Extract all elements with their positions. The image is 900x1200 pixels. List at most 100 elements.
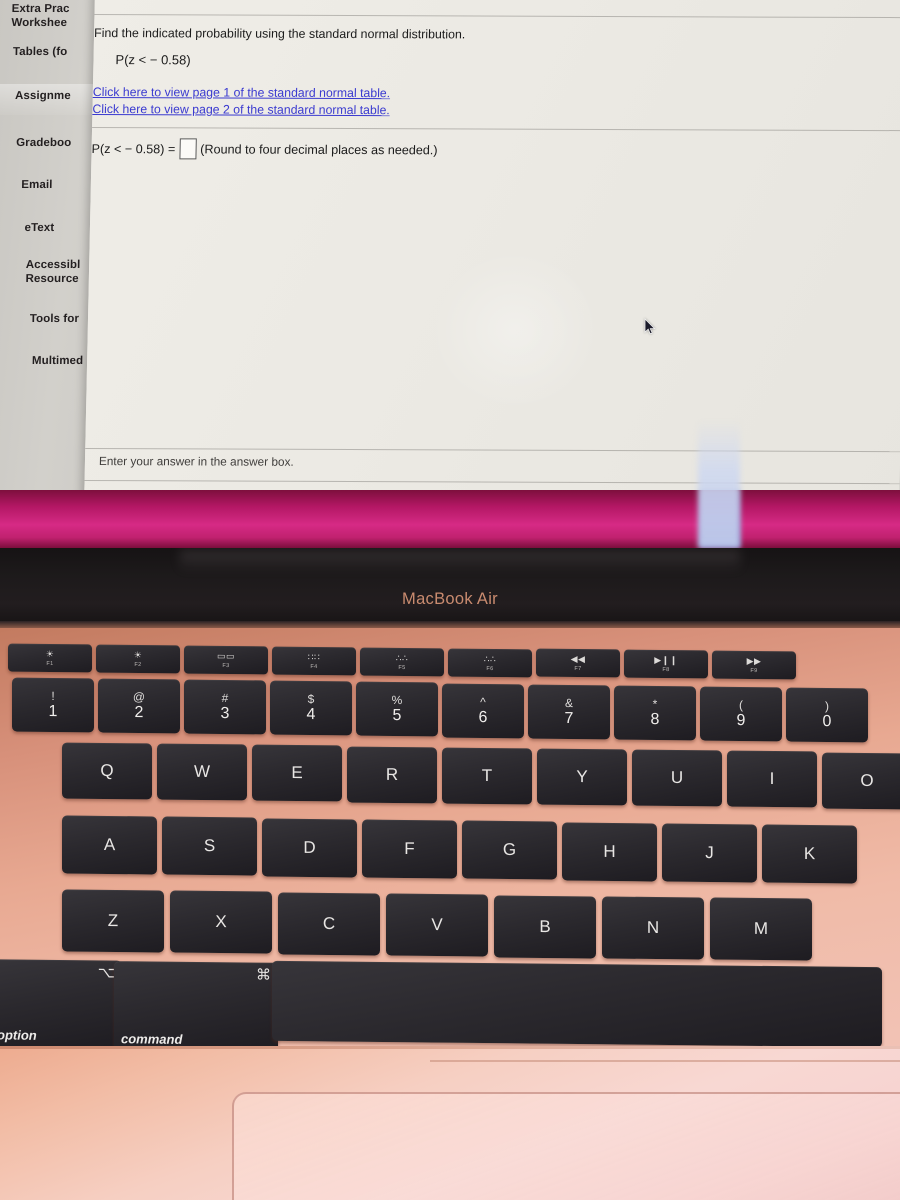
key-label: 1 [48,702,58,721]
launchpad-icon: ∷∷ [307,651,321,662]
key-label: 6 [478,708,488,726]
key-label: 8 [650,710,660,728]
key-K[interactable]: K [762,824,857,884]
key-R[interactable]: R [347,746,437,804]
question-prompt: Find the indicated probability using the… [93,25,466,42]
option-symbol-icon: ⌥ [97,964,115,982]
trackpad[interactable] [232,1092,900,1200]
fast-forward-icon: ▶▶ [746,655,762,666]
key-space[interactable] [272,960,882,1048]
key-W[interactable]: W [157,743,247,801]
key-N[interactable]: N [602,896,704,960]
key-O[interactable]: O [822,752,900,810]
key-brightness-up[interactable]: ☀ F2 [96,644,180,674]
key-2[interactable]: @2 [98,678,180,734]
key-S[interactable]: S [162,816,257,876]
answer-rounding-note: (Round to four decimal places as needed.… [200,141,438,157]
key-I[interactable]: I [727,750,817,808]
key-9[interactable]: (9 [700,686,782,742]
key-command[interactable]: ⌘ command [114,961,278,1053]
key-3[interactable]: #3 [184,679,266,735]
wallpaper-glare [700,490,740,548]
key-label: E [291,763,303,783]
key-label: A [103,834,116,855]
key-shift-label: & [564,695,573,710]
key-label: option [0,1027,37,1043]
key-7[interactable]: & 7 [528,684,610,740]
key-shift-label: $ [307,692,315,707]
key-rewind[interactable]: ◀◀ F7 [536,648,620,678]
probability-expression: P(z < − 0.58) [115,52,191,68]
key-label: 3 [220,705,230,723]
fkey-label: F3 [222,662,230,669]
key-label: T [481,765,493,785]
standard-normal-table-page2-link[interactable]: Click here to view page 2 of the standar… [92,102,390,117]
standard-normal-table-page1-link[interactable]: Click here to view page 1 of the standar… [93,85,391,100]
key-B[interactable]: B [494,895,596,959]
key-1[interactable]: ! 1 [12,677,94,733]
question-dialog: Find the indicated probability using the… [83,0,900,529]
key-M[interactable]: M [710,897,812,961]
key-G[interactable]: G [462,820,557,880]
fkey-label: F9 [750,667,758,674]
key-label: X [215,912,227,932]
key-shift-label: ) [825,698,829,713]
key-launchpad[interactable]: ∷∷ F4 [272,646,356,676]
key-6[interactable]: ^ 6 [442,683,524,738]
key-keyboard-brightness-up[interactable]: ∴∴ F6 [448,648,532,677]
fkey-label: F2 [134,661,142,668]
lid-edge-line [430,1060,900,1062]
key-play-pause[interactable]: ▶❙❙ F8 [624,649,708,679]
fkey-label: F6 [486,664,494,672]
key-fast-forward[interactable]: ▶▶ F9 [712,650,796,680]
key-Z[interactable]: Z [62,889,164,953]
fkey-label: F8 [662,666,670,673]
key-label: S [203,836,216,856]
key-label: F [404,838,415,858]
key-F[interactable]: F [362,819,457,879]
key-Q[interactable]: Q [62,742,152,800]
key-label: 5 [392,707,402,725]
fkey-label: F7 [574,665,582,672]
key-D[interactable]: D [262,818,357,878]
key-label: V [431,915,443,935]
key-8[interactable]: * 8 [614,685,696,741]
key-shift-label: % [391,693,403,708]
key-X[interactable]: X [170,890,272,954]
command-symbol-icon: ⌘ [256,966,271,984]
key-shift-label: * [652,696,658,711]
key-4[interactable]: $4 [270,680,352,736]
dialog-top-divider [94,13,900,19]
deck-seam [0,1046,900,1049]
key-E[interactable]: E [252,744,342,802]
bezel-sheen [180,550,740,572]
key-option[interactable]: ⌥ option [0,959,122,1049]
key-shift-label: ! [51,688,55,704]
key-mission-control[interactable]: ▭▭ F3 [184,645,268,675]
brightness-up-icon: ☀ [133,649,143,660]
key-V[interactable]: V [386,893,488,957]
key-T[interactable]: T [442,747,532,805]
key-label: U [670,768,684,788]
keyboard-brightness-up-icon: ∴∴ [483,652,497,664]
key-A[interactable]: A [62,815,157,875]
key-C[interactable]: C [278,892,380,956]
key-shift-label: @ [132,690,146,705]
key-shift-label: # [221,691,229,706]
answer-input[interactable] [179,138,197,160]
key-U[interactable]: U [632,749,722,807]
bezel-bottom-edge [0,621,900,628]
key-5[interactable]: % 5 [356,681,438,737]
key-Y[interactable]: Y [537,748,627,806]
key-0[interactable]: ) 0 [786,687,868,743]
answer-row: P(z < − 0.58) = (Round to four decimal p… [91,138,438,160]
key-label: H [603,841,616,861]
laptop-screen: Extra Prac Workshee Tables (fo Assignme … [0,0,900,548]
key-label: command [121,1031,183,1047]
key-brightness-down[interactable]: ☀ F1 [8,643,92,673]
key-label: W [193,762,211,782]
key-H[interactable]: H [562,822,657,881]
rewind-icon: ◀◀ [570,653,586,664]
key-J[interactable]: J [662,823,757,883]
key-keyboard-brightness-down[interactable]: ∴∴ F5 [360,647,444,676]
